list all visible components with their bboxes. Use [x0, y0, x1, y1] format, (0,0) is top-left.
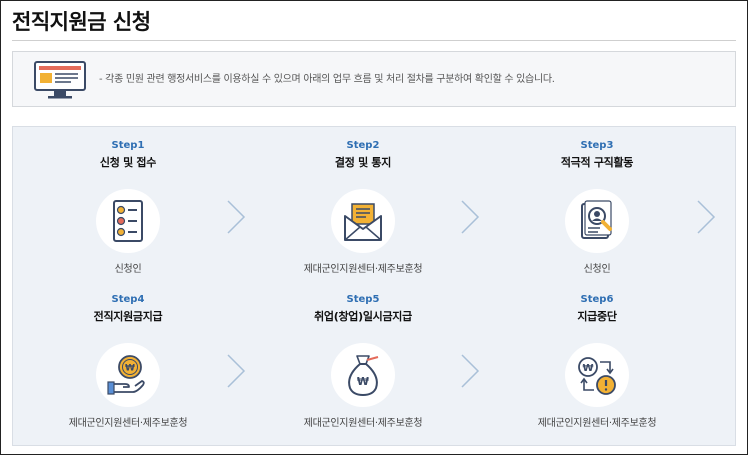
step-number: Step3 — [580, 140, 614, 151]
step-icon-circle: ₩ — [96, 343, 160, 407]
chevron-right-icon — [461, 200, 480, 234]
step-2: Step2 결정 및 통지 제대군인지원센터·제주보훈청 — [263, 139, 463, 277]
payment-stop-icon: ₩ — [578, 357, 616, 395]
step-title: 지급중단 — [577, 310, 617, 323]
hand-coin-icon: ₩ — [107, 355, 145, 395]
resume-magnifier-icon — [581, 200, 612, 239]
chevron-right-icon — [227, 200, 246, 234]
svg-text:₩: ₩ — [357, 375, 369, 388]
step-number: Step5 — [346, 294, 380, 305]
step-1: Step1 신청 및 접수 신청인 — [28, 139, 228, 277]
chevron-right-icon — [227, 354, 246, 388]
step-owner: 신청인 — [114, 264, 142, 275]
svg-text:₩: ₩ — [125, 364, 135, 374]
step-5: Step5 취업(창업)일시금지급 ₩ 제대군인지원센터·제주보훈청 — [263, 293, 463, 431]
step-icon-circle: ₩ — [331, 343, 395, 407]
step-number: Step2 — [346, 140, 380, 151]
step-number: Step4 — [111, 294, 145, 305]
step-3: Step3 적극적 구직활동 신청인 — [497, 139, 697, 277]
notice-text: - 각종 민원 관련 행정서비스를 이용하실 수 있으며 아래의 업무 흐름 및… — [99, 74, 555, 85]
step-number: Step1 — [111, 140, 145, 151]
monitor-screen-icon — [34, 61, 86, 99]
step-icon-circle — [96, 189, 160, 253]
step-title: 적극적 구직활동 — [560, 156, 634, 169]
step-number: Step6 — [580, 294, 614, 305]
step-owner: 제대군인지원센터·제주보훈청 — [303, 264, 423, 275]
page-title: 전직지원금 신청 — [12, 10, 151, 34]
step-owner: 신청인 — [583, 264, 611, 275]
svg-text:₩: ₩ — [582, 363, 593, 374]
step-title: 취업(창업)일시금지급 — [314, 310, 412, 323]
step-owner: 제대군인지원센터·제주보훈청 — [68, 418, 188, 429]
money-bag-icon: ₩ — [348, 355, 379, 396]
chevron-right-icon — [461, 354, 480, 388]
step-4: Step4 전직지원금지급 ₩ 제대군인지원센터·제주보훈청 — [28, 293, 228, 431]
step-title: 신청 및 접수 — [99, 156, 157, 169]
step-6: Step6 지급중단 ₩ 제대군인지원센터·제주보훈청 — [497, 293, 697, 431]
checklist-document-icon — [113, 200, 143, 242]
step-title: 결정 및 통지 — [334, 156, 392, 169]
process-steps-panel: Step1 신청 및 접수 신청인 Step2 결정 및 통지 제대군인지원센터… — [12, 126, 736, 446]
step-owner: 제대군인지원센터·제주보훈청 — [303, 418, 423, 429]
chevron-right-icon — [697, 200, 716, 234]
step-icon-circle — [565, 189, 629, 253]
title-divider — [12, 40, 736, 41]
step-owner: 제대군인지원센터·제주보훈청 — [537, 418, 657, 429]
step-title: 전직지원금지급 — [93, 310, 163, 323]
open-envelope-icon — [344, 203, 382, 241]
step-icon-circle — [331, 189, 395, 253]
step-icon-circle: ₩ — [565, 343, 629, 407]
info-notice-box: - 각종 민원 관련 행정서비스를 이용하실 수 있으며 아래의 업무 흐름 및… — [12, 51, 736, 107]
